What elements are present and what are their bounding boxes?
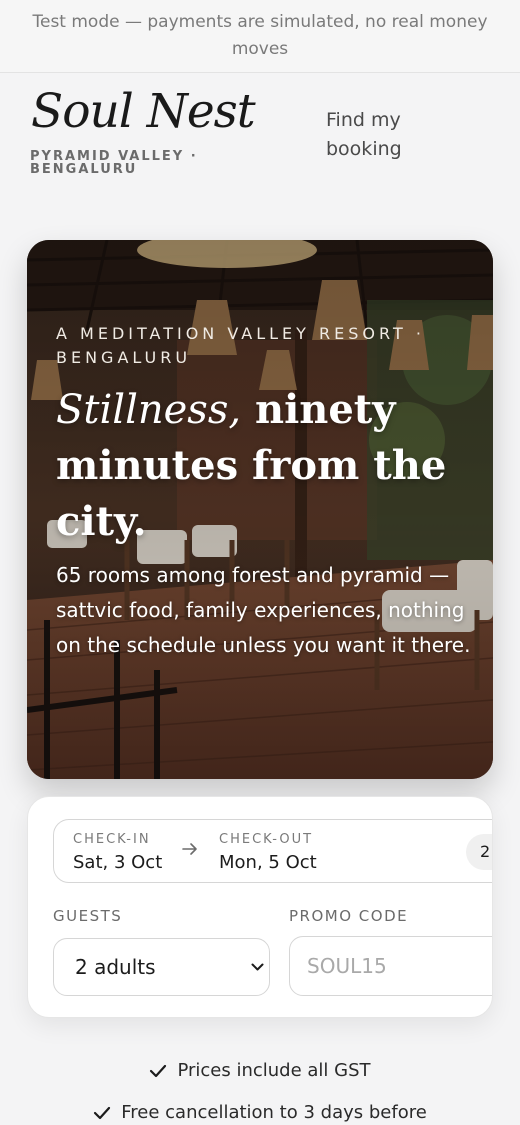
guests-label: GUESTS: [53, 907, 123, 925]
chevron-down-icon: [251, 963, 264, 971]
hero-eyebrow: A MEDITATION VALLEY RESORT · BENGALURU: [56, 324, 425, 367]
guests-value: 2 adults: [75, 955, 156, 979]
guests-select[interactable]: 2 adults: [53, 938, 270, 996]
site-header: Soul Nest PYRAMID VALLEY · BENGALURU Fin…: [0, 74, 520, 224]
date-range-picker[interactable]: CHECK-IN Sat, 3 Oct CHECK-OUT Mon, 5 Oct…: [53, 819, 492, 883]
assurance-cancellation: Free cancellation to 3 days before: [0, 1101, 520, 1125]
checkout-field[interactable]: CHECK-OUT Mon, 5 Oct: [219, 831, 317, 875]
hero-title: Stillness, ninety minutes from the city.: [56, 382, 466, 550]
brand-location: PYRAMID VALLEY · BENGALURU: [30, 149, 198, 177]
check-icon: [94, 1106, 111, 1120]
test-mode-banner: Test mode — payments are simulated, no r…: [0, 0, 520, 73]
arrow-right-icon: [182, 843, 197, 855]
promo-code-input[interactable]: [289, 936, 492, 996]
checkin-field[interactable]: CHECK-IN Sat, 3 Oct: [73, 831, 162, 875]
checkin-value: Sat, 3 Oct: [73, 852, 163, 873]
check-icon: [150, 1064, 167, 1078]
checkout-value: Mon, 5 Oct: [219, 852, 317, 873]
assurance-cancellation-text: Free cancellation to 3 days before: [121, 1102, 427, 1123]
brand-logo[interactable]: Soul Nest: [31, 84, 256, 139]
assurance-gst-text: Prices include all GST: [177, 1060, 371, 1081]
find-my-booking-link[interactable]: Find my booking: [326, 106, 436, 164]
hero-banner: A MEDITATION VALLEY RESORT · BENGALURU S…: [27, 240, 493, 779]
hero-description: 65 rooms among forest and pyramid — satt…: [56, 563, 471, 657]
booking-widget: CHECK-IN Sat, 3 Oct CHECK-OUT Mon, 5 Oct…: [27, 796, 493, 1018]
checkout-label: CHECK-OUT: [219, 832, 314, 847]
test-mode-text: Test mode — payments are simulated, no r…: [32, 12, 488, 59]
nights-count-badge: 2 nights: [466, 834, 492, 870]
checkin-label: CHECK-IN: [73, 832, 151, 847]
assurance-gst: Prices include all GST: [0, 1059, 520, 1083]
promo-code-label: PROMO CODE: [289, 907, 409, 925]
hero-title-italic: Stillness,: [56, 387, 242, 433]
